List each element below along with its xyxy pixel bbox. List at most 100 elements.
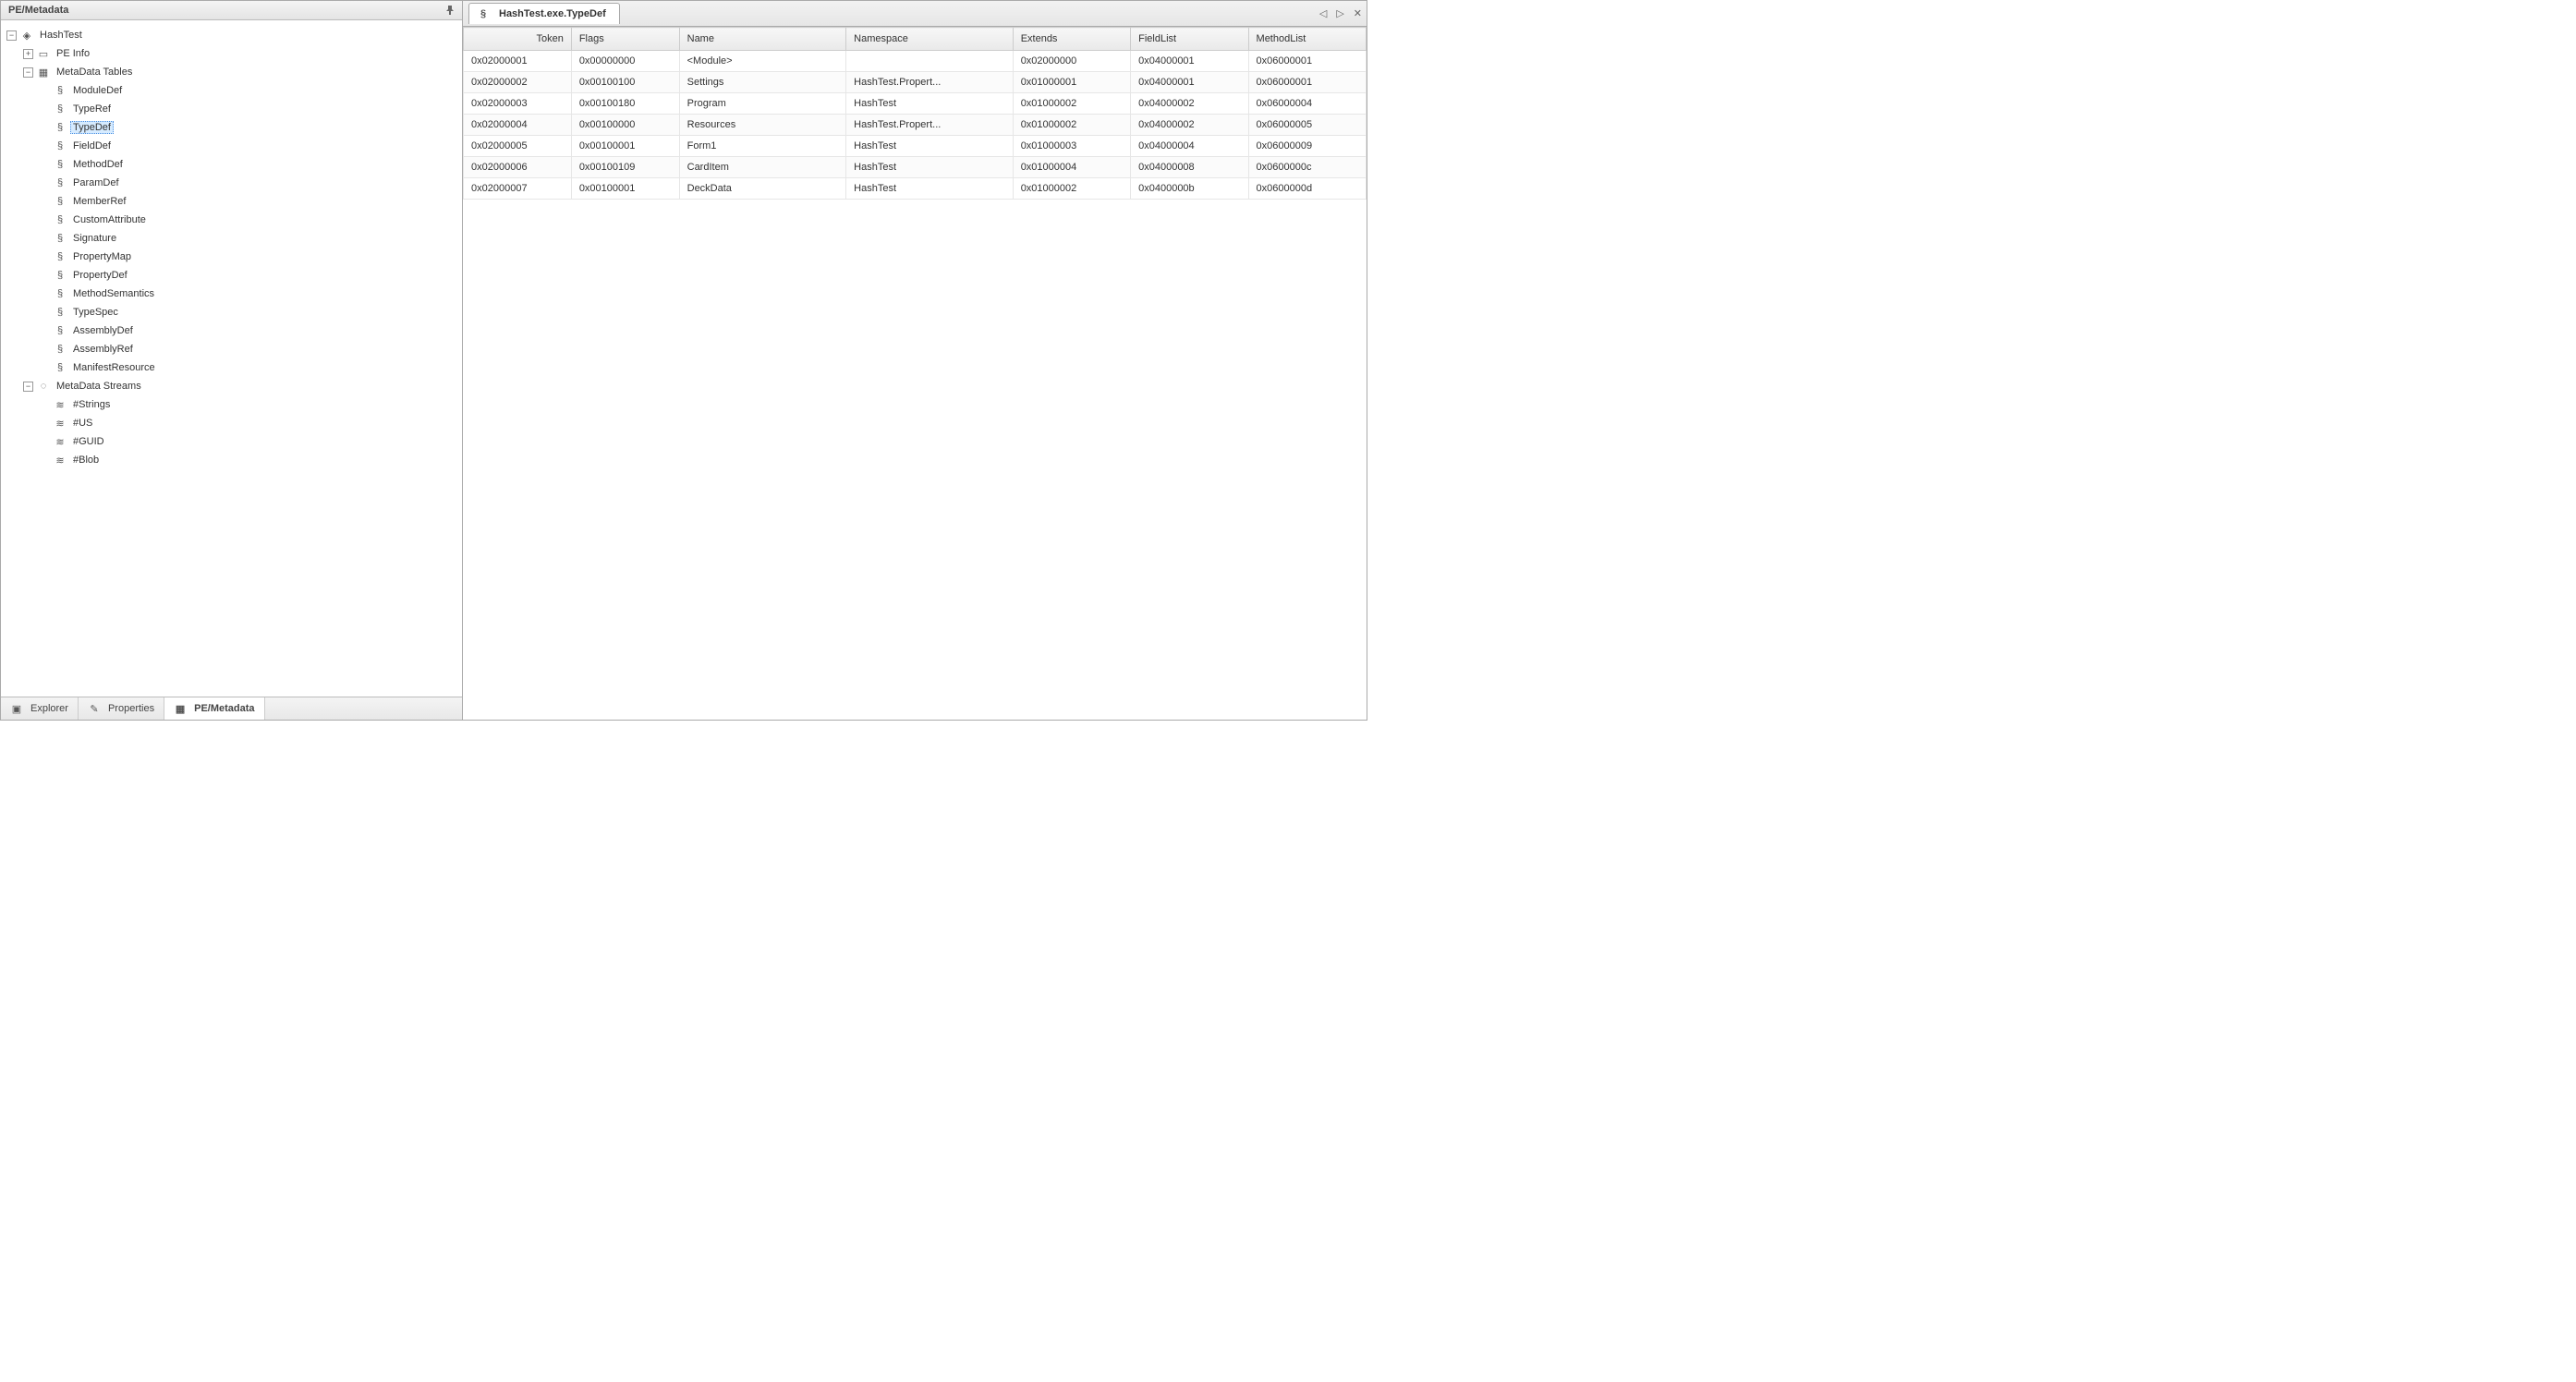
tree-label: #GUID: [70, 436, 107, 447]
cell-name: CardItem: [679, 157, 846, 178]
col-token[interactable]: Token: [464, 28, 572, 51]
close-tab-button[interactable]: ✕: [1349, 7, 1367, 19]
cell-fl: 0x04000001: [1131, 72, 1248, 93]
tree-view[interactable]: − ◈ HashTest + ▭ PE Info − ▦ MetaData Ta…: [1, 20, 462, 697]
table-icon: §: [54, 343, 67, 356]
grid-icon: ▦: [174, 702, 187, 715]
tree-node-stream[interactable]: ≋#GUID: [5, 432, 458, 451]
tree-node-table[interactable]: §MemberRef: [5, 192, 458, 211]
table-row[interactable]: 0x020000050x00100001Form1HashTest0x01000…: [464, 136, 1367, 157]
cell-token: 0x02000005: [464, 136, 572, 157]
tree-node-table[interactable]: §TypeSpec: [5, 303, 458, 321]
cell-name: Program: [679, 93, 846, 115]
col-fieldlist[interactable]: FieldList: [1131, 28, 1248, 51]
cell-token: 0x02000001: [464, 51, 572, 72]
tree-label: TypeDef: [70, 121, 114, 134]
table-row[interactable]: 0x020000010x00000000<Module>0x020000000x…: [464, 51, 1367, 72]
tab-explorer[interactable]: ▣ Explorer: [1, 697, 79, 720]
assembly-icon: ◈: [20, 29, 33, 42]
tree-node-table[interactable]: §Signature: [5, 229, 458, 248]
stream-icon: ≋: [54, 398, 67, 411]
tree-node-stream[interactable]: ≋#US: [5, 414, 458, 432]
cell-fl: 0x04000002: [1131, 115, 1248, 136]
cell-ml: 0x06000001: [1248, 72, 1366, 93]
prev-tab-button[interactable]: ◁: [1315, 7, 1331, 19]
cell-fl: 0x04000004: [1131, 136, 1248, 157]
typedef-table: Token Flags Name Namespace Extends Field…: [463, 27, 1367, 200]
table-header-row: Token Flags Name Namespace Extends Field…: [464, 28, 1367, 51]
cell-token: 0x02000002: [464, 72, 572, 93]
tree-node-table[interactable]: §PropertyDef: [5, 266, 458, 285]
tree-label: MethodSemantics: [70, 288, 157, 299]
table-icon: §: [54, 195, 67, 208]
col-namespace[interactable]: Namespace: [846, 28, 1014, 51]
tree-node-table[interactable]: §MethodSemantics: [5, 285, 458, 303]
tree-label: CustomAttribute: [70, 214, 149, 225]
table-icon: §: [54, 84, 67, 97]
tree-node-table[interactable]: §PropertyMap: [5, 248, 458, 266]
cell-ml: 0x06000004: [1248, 93, 1366, 115]
table-icon: §: [54, 121, 67, 134]
cell-flags: 0x00100001: [571, 136, 679, 157]
tree-node-table[interactable]: §AssemblyRef: [5, 340, 458, 358]
tree-node-table[interactable]: §ParamDef: [5, 174, 458, 192]
cell-flags: 0x00100109: [571, 157, 679, 178]
tree-label: PropertyDef: [70, 270, 130, 281]
stream-icon: ≋: [54, 454, 67, 467]
tree-node-mdtables[interactable]: − ▦ MetaData Tables: [5, 63, 458, 81]
data-grid[interactable]: Token Flags Name Namespace Extends Field…: [463, 27, 1367, 720]
tree-node-table[interactable]: §AssemblyDef: [5, 321, 458, 340]
tree-node-peinfo[interactable]: + ▭ PE Info: [5, 44, 458, 63]
cell-flags: 0x00100001: [571, 178, 679, 200]
tree-node-table[interactable]: §MethodDef: [5, 155, 458, 174]
tab-pemetadata[interactable]: ▦ PE/Metadata: [164, 697, 264, 720]
cell-ml: 0x06000009: [1248, 136, 1366, 157]
cell-token: 0x02000003: [464, 93, 572, 115]
table-row[interactable]: 0x020000060x00100109CardItemHashTest0x01…: [464, 157, 1367, 178]
tree-node-table[interactable]: §ModuleDef: [5, 81, 458, 100]
cell-ext: 0x01000004: [1013, 157, 1130, 178]
table-row[interactable]: 0x020000030x00100180ProgramHashTest0x010…: [464, 93, 1367, 115]
next-tab-button[interactable]: ▷: [1331, 7, 1348, 19]
doc-tabbar: § HashTest.exe.TypeDef ◁ ▷ ✕: [463, 1, 1367, 27]
table-row[interactable]: 0x020000020x00100100SettingsHashTest.Pro…: [464, 72, 1367, 93]
expander-icon[interactable]: +: [23, 49, 33, 59]
tree-node-table[interactable]: §TypeRef: [5, 100, 458, 118]
cell-name: <Module>: [679, 51, 846, 72]
tree-node-table[interactable]: §TypeDef: [5, 118, 458, 137]
pin-icon[interactable]: [445, 6, 455, 15]
col-methodlist[interactable]: MethodList: [1248, 28, 1366, 51]
expander-icon[interactable]: −: [23, 67, 33, 78]
cell-name: DeckData: [679, 178, 846, 200]
expander-icon[interactable]: −: [6, 30, 17, 41]
cell-token: 0x02000007: [464, 178, 572, 200]
col-extends[interactable]: Extends: [1013, 28, 1130, 51]
app-root: PE/Metadata − ◈ HashTest + ▭ PE Info: [0, 0, 1367, 721]
tree-node-stream[interactable]: ≋#Strings: [5, 395, 458, 414]
tree-node-mdstreams[interactable]: − ◌ MetaData Streams: [5, 377, 458, 395]
col-flags[interactable]: Flags: [571, 28, 679, 51]
tree-node-table[interactable]: §ManifestResource: [5, 358, 458, 377]
cell-ext: 0x01000002: [1013, 115, 1130, 136]
tree-label: MetaData Streams: [54, 381, 144, 392]
cell-ext: 0x02000000: [1013, 51, 1130, 72]
tree-node-table[interactable]: §FieldDef: [5, 137, 458, 155]
tree-label: MemberRef: [70, 196, 128, 207]
stream-icon: ≋: [54, 435, 67, 448]
table-row[interactable]: 0x020000040x00100000ResourcesHashTest.Pr…: [464, 115, 1367, 136]
table-icon: §: [54, 269, 67, 282]
cell-ns: HashTest.Propert...: [846, 115, 1014, 136]
tree-label: PE Info: [54, 48, 92, 59]
sidebar-tabs: ▣ Explorer ✎ Properties ▦ PE/Metadata: [1, 697, 462, 720]
doc-tab[interactable]: § HashTest.exe.TypeDef: [468, 3, 620, 24]
tab-properties[interactable]: ✎ Properties: [79, 697, 164, 720]
cell-name: Form1: [679, 136, 846, 157]
cell-ns: HashTest: [846, 136, 1014, 157]
cell-flags: 0x00100000: [571, 115, 679, 136]
expander-icon[interactable]: −: [23, 382, 33, 392]
tree-node-root[interactable]: − ◈ HashTest: [5, 26, 458, 44]
col-name[interactable]: Name: [679, 28, 846, 51]
table-row[interactable]: 0x020000070x00100001DeckDataHashTest0x01…: [464, 178, 1367, 200]
tree-node-stream[interactable]: ≋#Blob: [5, 451, 458, 469]
tree-node-table[interactable]: §CustomAttribute: [5, 211, 458, 229]
